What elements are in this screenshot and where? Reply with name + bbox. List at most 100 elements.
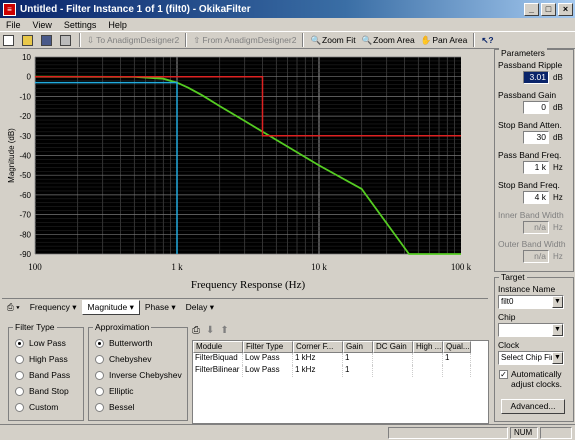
arrow-up-icon: ⇧ bbox=[193, 34, 201, 45]
printer-icon[interactable]: ⎙ bbox=[192, 325, 200, 336]
printer-icon: ⎙ ▾ bbox=[7, 302, 20, 312]
move-down-icon[interactable]: ⬇ bbox=[206, 325, 214, 336]
hand-icon: ✋ bbox=[420, 34, 432, 45]
inner-band-input: n/a bbox=[523, 221, 549, 234]
stopband-freq-input[interactable]: 4 k bbox=[523, 191, 549, 204]
filter-type-radio-band-stop[interactable]: Band Stop bbox=[15, 386, 69, 396]
column-header[interactable]: Corner F... bbox=[293, 341, 343, 353]
passband-gain-input[interactable]: 0 bbox=[523, 101, 549, 114]
save-button[interactable] bbox=[38, 32, 57, 48]
parameters-title: Parameters bbox=[499, 48, 547, 58]
open-file-button[interactable] bbox=[19, 32, 38, 48]
table-cell: 1 bbox=[343, 365, 373, 377]
zoom-area-button[interactable]: 🔍 Zoom Area bbox=[359, 32, 418, 48]
tab-phase[interactable]: Phase ▾ bbox=[140, 301, 181, 314]
passband-freq-input[interactable]: 1 k bbox=[523, 161, 549, 174]
filter-type-option-label: High Pass bbox=[29, 354, 68, 364]
menu-view[interactable]: View bbox=[27, 20, 58, 30]
status-panel bbox=[388, 427, 508, 439]
num-lock-indicator: NUM bbox=[510, 427, 538, 439]
x-axis-label: Frequency Response (Hz) bbox=[191, 279, 306, 291]
maximize-button[interactable]: □ bbox=[541, 2, 556, 16]
chevron-down-icon: ▼ bbox=[552, 324, 563, 336]
window-title: Untitled - Filter Instance 1 of 1 (filt0… bbox=[20, 3, 251, 15]
column-header[interactable]: Qual... bbox=[443, 341, 471, 353]
table-cell: Low Pass bbox=[243, 353, 293, 365]
move-up-icon[interactable]: ⬆ bbox=[220, 325, 228, 336]
passband-gain-label: Passband Gain bbox=[498, 90, 557, 100]
table-cell bbox=[413, 353, 443, 365]
from-anadigm-button[interactable]: ⇧ From AnadigmDesigner2 bbox=[190, 32, 299, 48]
approximation-radio-butterworth[interactable]: Butterworth bbox=[95, 338, 152, 348]
target-group: Target Instance Name filt0 ▼ Chip ▼ Clock… bbox=[494, 272, 574, 422]
column-header[interactable]: Gain bbox=[343, 341, 373, 353]
print-plot-button[interactable]: ⎙ ▾ bbox=[2, 301, 25, 314]
to-anadigm-button[interactable]: ⇩ To AnadigmDesigner2 bbox=[84, 32, 182, 48]
table-header: Module Filter Type Corner F... Gain DC Gain H… bbox=[193, 341, 488, 353]
minimize-button[interactable]: _ bbox=[524, 2, 539, 16]
tab-magnitude[interactable]: Magnitude ▾ bbox=[81, 300, 140, 315]
filter-type-radio-custom[interactable]: Custom bbox=[15, 402, 58, 412]
pan-area-button[interactable]: ✋ Pan Area bbox=[418, 32, 471, 48]
print-button[interactable] bbox=[57, 32, 76, 48]
zoom-fit-icon: 🔍 bbox=[310, 34, 322, 45]
menu-settings[interactable]: Settings bbox=[58, 20, 103, 30]
table-cell: Low Pass bbox=[243, 365, 293, 377]
folder-icon bbox=[22, 34, 33, 46]
column-header[interactable]: Filter Type bbox=[243, 341, 293, 353]
tab-delay[interactable]: Delay ▾ bbox=[181, 301, 219, 314]
radio-indicator bbox=[95, 402, 104, 412]
new-file-button[interactable] bbox=[0, 32, 19, 48]
approximation-radio-elliptic[interactable]: Elliptic bbox=[95, 386, 134, 396]
tab-frequency[interactable]: Frequency ▾ bbox=[25, 301, 82, 314]
approximation-radio-chebyshev[interactable]: Chebyshev bbox=[95, 354, 152, 364]
stopband-atten-input[interactable]: 30 bbox=[523, 131, 549, 144]
menu-file[interactable]: File bbox=[0, 20, 27, 30]
close-button[interactable]: × bbox=[558, 2, 573, 16]
app-icon: ≡ bbox=[3, 2, 16, 16]
module-table[interactable]: Module Filter Type Corner F... Gain DC Gain H… bbox=[192, 340, 489, 424]
table-row[interactable]: FilterBilinear Low Pass 1 kHz 1 bbox=[193, 365, 488, 377]
tab-phase-label: Phase bbox=[144, 302, 169, 312]
help-pointer-icon: ↖? bbox=[481, 34, 494, 45]
filter-type-radio-low-pass[interactable]: Low Pass bbox=[15, 338, 66, 348]
radio-indicator bbox=[15, 354, 24, 364]
filter-type-radio-band-pass[interactable]: Band Pass bbox=[15, 370, 70, 380]
filter-type-title: Filter Type bbox=[13, 322, 57, 332]
advanced-button[interactable]: Advanced... bbox=[501, 399, 565, 414]
plot-area[interactable]: 10 0 -10 -20 -30 -40 -50 -60 -70 -80 -90 100 1 k 10 k… bbox=[2, 49, 490, 296]
x-tick-label: 10 k bbox=[311, 262, 327, 272]
toolbar: ⇩ To AnadigmDesigner2 ⇧ From AnadigmDesign… bbox=[0, 31, 575, 49]
y-tick-label: 10 bbox=[22, 53, 31, 62]
menu-help[interactable]: Help bbox=[102, 20, 133, 30]
filter-type-radio-high-pass[interactable]: High Pass bbox=[15, 354, 68, 364]
column-header[interactable]: DC Gain bbox=[373, 341, 413, 353]
toolbar-separator bbox=[473, 33, 476, 47]
help-pointer-button[interactable]: ↖? bbox=[478, 32, 496, 48]
frequency-response-chart[interactable]: 100-10-20-30-40-50-60-70-80-90100 1 k 10 k… bbox=[2, 49, 490, 296]
zoom-fit-button[interactable]: 🔍 Zoom Fit bbox=[307, 32, 358, 48]
stopband-freq-unit: Hz bbox=[553, 193, 563, 202]
clock-select[interactable]: Select Chip First ▼ bbox=[498, 351, 564, 365]
chip-select[interactable]: ▼ bbox=[498, 323, 564, 337]
target-title: Target bbox=[499, 272, 527, 282]
filter-type-option-label: Custom bbox=[29, 402, 59, 412]
pan-area-label: Pan Area bbox=[432, 35, 468, 45]
to-anadigm-label: To AnadigmDesigner2 bbox=[96, 35, 180, 45]
table-row[interactable]: FilterBiquad Low Pass 1 kHz 1 1 bbox=[193, 353, 488, 365]
inner-band-label: Inner Band Width bbox=[498, 210, 564, 220]
filter-type-option-label: Band Pass bbox=[29, 370, 71, 380]
chip-label: Chip bbox=[498, 312, 516, 322]
approximation-radio-inverse-chebyshev[interactable]: Inverse Chebyshev bbox=[95, 370, 182, 380]
column-header[interactable]: Module bbox=[193, 341, 243, 353]
approximation-option-label: Elliptic bbox=[109, 386, 134, 396]
y-tick-label: -50 bbox=[19, 171, 31, 180]
approximation-group: Approximation Butterworth Chebyshev Invers… bbox=[88, 322, 188, 421]
passband-ripple-input[interactable]: 3.01 bbox=[523, 71, 549, 84]
x-tick-label: 1 k bbox=[171, 262, 183, 272]
approximation-radio-bessel[interactable]: Bessel bbox=[95, 402, 135, 412]
auto-adjust-checkbox[interactable]: ✓ bbox=[499, 370, 508, 379]
new-file-icon bbox=[3, 34, 14, 46]
column-header[interactable]: High ... bbox=[413, 341, 443, 353]
instance-name-select[interactable]: filt0 ▼ bbox=[498, 295, 564, 309]
